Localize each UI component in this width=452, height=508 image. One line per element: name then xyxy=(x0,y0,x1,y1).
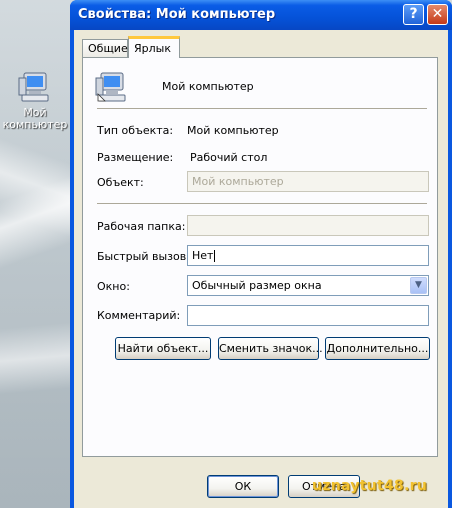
desktop-icon-label: Мой компьютер xyxy=(2,106,68,131)
window-mode-label: Окно: xyxy=(97,280,130,293)
separator xyxy=(97,203,427,204)
properties-dialog: Свойства: Мой компьютер ? ✕ Общие Ярлык … xyxy=(70,0,452,508)
target-field[interactable]: Мой компьютер xyxy=(187,171,429,192)
title-bar[interactable]: Свойства: Мой компьютер ? ✕ xyxy=(70,0,452,30)
comment-label: Комментарий: xyxy=(97,309,181,322)
type-label: Тип объекта: xyxy=(97,124,174,137)
tab-general[interactable]: Общие xyxy=(82,39,128,57)
text-caret xyxy=(214,250,216,262)
close-button[interactable]: ✕ xyxy=(427,4,448,25)
type-value: Мой компьютер xyxy=(187,124,279,137)
advanced-button[interactable]: Дополнительно... xyxy=(325,337,430,360)
help-button[interactable]: ? xyxy=(403,4,424,25)
hotkey-label: Быстрый вызов: xyxy=(97,250,190,263)
window-mode-value: Обычный размер окна xyxy=(192,279,322,292)
hotkey-value: Нет xyxy=(192,249,214,262)
workdir-label: Рабочая папка: xyxy=(97,220,186,233)
find-target-button[interactable]: Найти объект... xyxy=(115,337,211,360)
location-label: Размещение: xyxy=(97,151,174,164)
desktop-icon-my-computer[interactable]: Мой компьютер xyxy=(2,70,68,131)
separator xyxy=(97,108,427,109)
comment-field[interactable] xyxy=(187,305,429,326)
window-mode-select[interactable]: Обычный размер окна ▼ xyxy=(187,275,429,296)
ok-button[interactable]: ОК xyxy=(207,475,279,498)
shortcut-name: Мой компьютер xyxy=(162,80,254,93)
shortcut-panel: Мой компьютер Тип объекта: Мой компьютер… xyxy=(82,57,438,457)
workdir-field[interactable] xyxy=(187,215,429,236)
location-value: Рабочий стол xyxy=(190,151,268,164)
my-computer-icon xyxy=(95,72,126,102)
dialog-client-area: Общие Ярлык Мой компьютер Тип объекта: М… xyxy=(74,30,448,508)
site-watermark: uznaytut48.ru xyxy=(312,478,428,494)
hotkey-field[interactable]: Нет xyxy=(187,245,429,266)
target-label: Объект: xyxy=(97,176,144,189)
window-title: Свойства: Мой компьютер xyxy=(78,7,276,22)
my-computer-icon xyxy=(18,72,49,102)
change-icon-button[interactable]: Сменить значок... xyxy=(218,337,323,360)
chevron-down-icon[interactable]: ▼ xyxy=(410,277,427,294)
tab-shortcut[interactable]: Ярлык xyxy=(128,36,180,58)
